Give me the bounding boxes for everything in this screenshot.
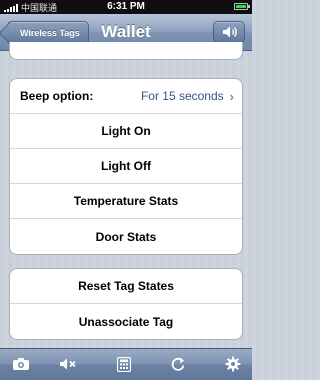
tag-management-group: Reset Tag States Unassociate Tag: [9, 268, 243, 340]
reset-tag-states-label: Reset Tag States: [78, 279, 174, 293]
calculator-icon: [117, 356, 131, 372]
camera-button[interactable]: [10, 355, 32, 373]
battery-icon: [234, 3, 250, 10]
refresh-button[interactable]: [167, 355, 189, 373]
light-on-button[interactable]: Light On: [10, 114, 242, 149]
temperature-stats-label: Temperature Stats: [73, 194, 179, 208]
mute-button[interactable]: [58, 355, 80, 373]
gear-icon: [225, 356, 241, 372]
beep-option-value-wrap: For 15 seconds ›: [141, 89, 234, 104]
beep-option-value: For 15 seconds: [140, 89, 224, 103]
light-off-label: Light Off: [101, 159, 151, 173]
camera-icon: [13, 358, 29, 370]
chevron-right-icon: ›: [229, 88, 234, 104]
door-stats-label: Door Stats: [95, 229, 157, 244]
unassociate-tag-label: Unassociate Tag: [78, 314, 174, 329]
light-off-button[interactable]: Light Off: [10, 149, 242, 184]
status-time: 6:31 PM: [107, 1, 145, 12]
refresh-icon: [171, 357, 185, 371]
speaker-button[interactable]: [213, 21, 245, 43]
reset-tag-states-button[interactable]: Reset Tag States: [10, 269, 242, 304]
bottom-toolbar: [0, 348, 252, 380]
calculator-button[interactable]: [113, 355, 135, 373]
tag-actions-group: Beep option: For 15 seconds › Light On L…: [9, 78, 243, 255]
speaker-icon: [223, 26, 237, 38]
settings-button[interactable]: [222, 355, 244, 373]
beep-option-row[interactable]: Beep option: For 15 seconds ›: [10, 79, 242, 114]
temperature-stats-button[interactable]: Temperature Stats: [10, 184, 242, 219]
beep-option-label: Beep option:: [20, 89, 94, 103]
unassociate-tag-button[interactable]: Unassociate Tag: [10, 304, 242, 339]
status-bar: 中国联通 6:31 PM: [0, 0, 252, 14]
light-on-label: Light On: [101, 124, 151, 138]
mute-icon: [60, 358, 76, 370]
door-stats-button[interactable]: Door Stats: [10, 219, 242, 254]
previous-group-bottom: [9, 42, 243, 60]
